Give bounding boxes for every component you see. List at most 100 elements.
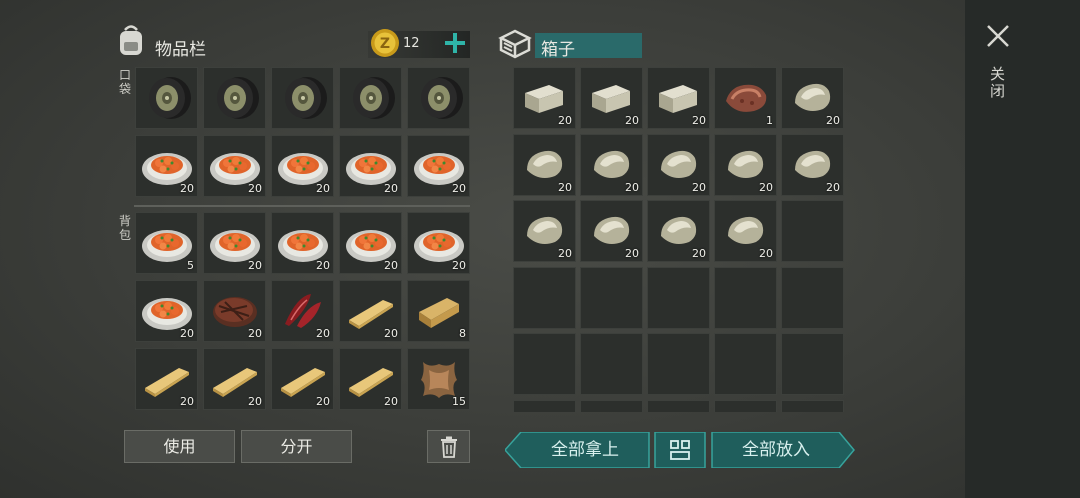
box-slot-partial [714,400,777,412]
box-slot-partial [647,400,710,412]
item-count: 20 [180,182,194,195]
backpack-slot[interactable]: 20 [271,280,334,342]
box-slot[interactable]: 20 [513,67,576,129]
pocket-slot[interactable] [203,67,266,129]
box-slot[interactable]: 20 [714,200,777,262]
use-button[interactable]: 使用 [124,430,235,463]
box-slot[interactable]: 20 [513,200,576,262]
box-slot[interactable] [513,333,576,395]
backpack-slot[interactable]: 20 [271,348,334,410]
backpack-slot[interactable]: 8 [407,280,470,342]
box-icon [497,28,533,60]
box-slot[interactable]: 20 [781,133,844,196]
close-button[interactable]: 关闭 [982,22,1014,102]
close-label: 关闭 [990,65,1006,100]
item-count: 20 [248,259,262,272]
item-count: 20 [625,180,639,194]
backpack-slot[interactable]: 15 [407,348,470,410]
box-slot[interactable]: 1 [714,67,777,129]
trash-icon [440,436,457,458]
box-slot[interactable] [781,200,844,262]
backpack-slot[interactable]: 20 [271,212,334,274]
item-count: 20 [316,182,330,195]
box-slot[interactable] [580,266,643,329]
split-button[interactable]: 分开 [241,430,352,463]
backpack-slot[interactable]: 20 [407,212,470,274]
pocket-slot[interactable] [339,67,402,129]
box-slot[interactable]: 20 [580,133,643,196]
item-count: 5 [187,259,194,272]
item-count: 1 [766,114,773,127]
pocket-slot[interactable]: 20 [135,135,198,197]
pocket-label: 口袋 [118,68,131,96]
box-slot[interactable] [647,333,710,395]
box-slot[interactable]: 20 [580,67,643,129]
backpack-slot[interactable]: 20 [339,348,402,410]
backpack-slot[interactable]: 5 [135,212,198,274]
trash-button[interactable] [427,430,470,463]
put-all-button[interactable]: 全部放入 [712,432,840,468]
item-count: 20 [384,182,398,195]
backpack-slot[interactable]: 20 [203,212,266,274]
box-slot[interactable] [647,266,710,329]
box-slot[interactable]: 20 [647,133,710,196]
inventory-title: 物品栏 [155,40,206,60]
box-title: 箱子 [541,40,575,60]
sort-button[interactable] [655,432,705,468]
box-slot[interactable] [513,266,576,329]
take-all-button[interactable]: 全部拿上 [521,432,649,468]
box-slot[interactable]: 20 [647,67,710,129]
pocket-slot[interactable]: 20 [203,135,266,197]
item-count: 20 [558,180,572,194]
pocket-slot[interactable]: 20 [271,135,334,197]
backpack-slot[interactable]: 20 [339,280,402,342]
item-count: 20 [692,180,706,194]
section-divider [134,205,470,207]
svg-text:Z: Z [380,36,390,52]
pocket-slot[interactable]: 20 [339,135,402,197]
item-count: 20 [826,114,840,127]
box-slot[interactable] [580,333,643,395]
pocket-slot[interactable] [271,67,334,129]
item-count: 20 [248,182,262,195]
item-count: 20 [692,114,706,127]
item-count: 20 [452,182,466,195]
pocket-slot[interactable] [407,67,470,129]
box-slot[interactable]: 20 [781,67,844,129]
box-slot[interactable] [714,333,777,395]
item-count: 20 [248,395,262,408]
item-count: 20 [248,327,262,340]
box-slot-partial [781,400,844,412]
item-count: 20 [625,114,639,127]
backpack-slot[interactable]: 20 [203,280,266,342]
backpack-label: 背包 [118,214,131,242]
box-slot[interactable]: 20 [580,200,643,262]
item-count: 20 [180,395,194,408]
item-count: 20 [316,259,330,272]
box-slot[interactable]: 20 [513,133,576,196]
backpack-slot[interactable]: 20 [339,212,402,274]
backpack-slot[interactable]: 20 [203,348,266,410]
backpack-slot[interactable]: 20 [135,280,198,342]
item-count: 20 [826,180,840,194]
item-count: 20 [452,259,466,272]
add-coins-button[interactable] [442,30,468,56]
coin-icon: Z [370,28,400,58]
item-count: 15 [452,395,466,408]
item-count: 20 [692,247,706,260]
box-slot[interactable] [714,266,777,329]
item-count: 20 [316,395,330,408]
box-slot[interactable]: 20 [714,133,777,196]
pocket-slot[interactable]: 20 [407,135,470,197]
item-count: 20 [759,180,773,194]
box-slot[interactable]: 20 [647,200,710,262]
coin-count: 12 [403,36,420,51]
box-slot[interactable] [781,266,844,329]
pocket-slot[interactable] [135,67,198,129]
item-count: 20 [316,327,330,340]
backpack-slot[interactable]: 20 [135,348,198,410]
item-count: 20 [180,327,194,340]
box-slot[interactable] [781,333,844,395]
item-count: 20 [384,327,398,340]
grid-icon [670,440,690,460]
